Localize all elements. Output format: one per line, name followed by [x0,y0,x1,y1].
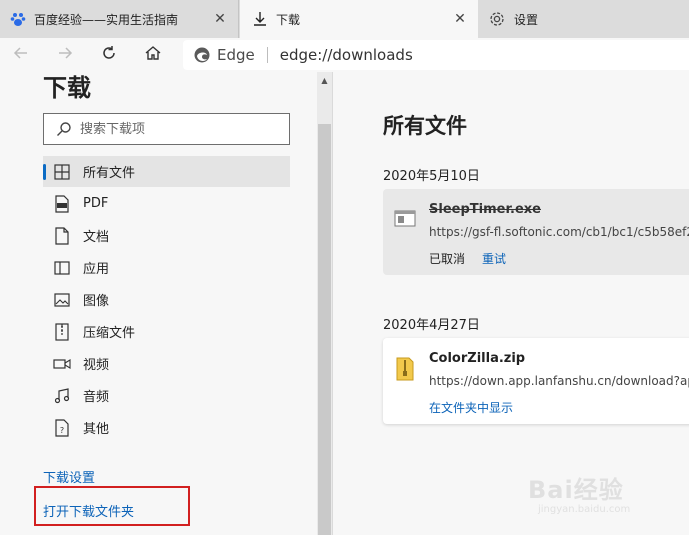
download-item[interactable]: SleepTimer.exe https://gsf-fl.softonic.c… [383,189,689,275]
pdf-icon [53,194,71,213]
home-icon [144,44,162,66]
arrow-left-icon [12,44,30,66]
sidebar: 下载 所有文件 PDF 文档 应用 图像 压缩文件 视频 音频 ? 其他 [0,72,317,535]
home-button[interactable] [140,42,166,68]
category-images[interactable]: 图像 [43,284,290,315]
exe-file-icon [393,207,417,231]
file-name[interactable]: SleepTimer.exe [429,202,541,217]
address-separator [266,47,268,63]
watermark-text: Bai经验 [528,476,624,504]
download-status: 已取消 [429,252,466,266]
url-text[interactable]: edge://downloads [280,46,413,64]
tab-settings[interactable]: 设置 [480,0,689,38]
download-item[interactable]: ColorZilla.zip https://down.app.lanfansh… [383,338,689,424]
tab-title: 下载 [276,12,301,27]
file-url: https://down.app.lanfanshu.cn/download?a… [429,374,689,388]
forward-button[interactable] [52,42,78,68]
toolbar: Edge edge://downloads [0,38,689,72]
file-url: https://gsf-fl.softonic.com/cb1/bc1/c5b5… [429,225,689,239]
image-icon [53,291,71,309]
category-label: 其他 [83,422,110,437]
search-input[interactable] [78,120,272,138]
zip-icon [53,322,71,341]
category-label: 文档 [83,230,110,245]
category-audio[interactable]: 音频 [43,380,290,411]
category-other[interactable]: ? 其他 [43,412,290,443]
sidebar-scrollbar[interactable]: ▲ [317,72,332,535]
gear-icon [488,10,506,28]
baidu-watermark: Bai经验 jingyan.baidu.com [520,466,670,526]
search-icon [56,121,72,137]
retry-link[interactable]: 重试 [482,250,506,267]
app-icon [53,259,71,277]
tab-strip: 百度经验——实用生活指南 ✕ 下载 ✕ 设置 [0,0,689,38]
highlight-box [34,486,190,526]
category-label: 音频 [83,390,110,405]
tab-baidu[interactable]: 百度经验——实用生活指南 ✕ [0,0,239,38]
back-button[interactable] [8,42,34,68]
other-file-icon: ? [53,418,71,437]
close-icon[interactable]: ✕ [212,11,228,27]
category-label: PDF [83,196,109,211]
address-bar[interactable]: Edge edge://downloads [183,40,689,70]
grid-icon [53,163,71,181]
category-label: 图像 [83,294,110,309]
category-pdf[interactable]: PDF [43,188,290,219]
audio-icon [53,387,71,405]
scroll-thumb[interactable] [318,124,331,535]
category-archives[interactable]: 压缩文件 [43,316,290,347]
brand-label: Edge [217,46,255,64]
category-label: 应用 [83,262,110,277]
tab-downloads[interactable]: 下载 ✕ [240,0,478,38]
section-title: 所有文件 [383,114,467,138]
category-label: 视频 [83,358,110,373]
tab-title: 百度经验——实用生活指南 [34,12,179,27]
category-all-files[interactable]: 所有文件 [43,156,290,187]
search-box[interactable] [43,113,290,145]
close-icon[interactable]: ✕ [452,11,468,27]
page-title: 下载 [43,74,91,102]
tab-title: 设置 [514,12,539,27]
zip-file-icon [393,356,417,381]
watermark-url: jingyan.baidu.com [538,504,631,515]
show-in-folder-link[interactable]: 在文件夹中显示 [429,399,513,416]
file-name[interactable]: ColorZilla.zip [429,351,525,366]
date-heading: 2020年4月27日 [383,318,480,333]
category-label: 所有文件 [83,166,136,181]
refresh-button[interactable] [96,42,122,68]
svg-text:?: ? [60,426,64,435]
refresh-icon [100,44,118,66]
category-video[interactable]: 视频 [43,348,290,379]
video-icon [53,355,71,373]
category-apps[interactable]: 应用 [43,252,290,283]
document-icon [53,226,71,245]
download-icon [252,11,268,27]
download-settings-link[interactable]: 下载设置 [43,467,95,486]
baidu-paw-icon [10,11,26,27]
edge-logo-icon [193,46,211,64]
date-heading: 2020年5月10日 [383,169,480,184]
scroll-up-arrow-icon[interactable]: ▲ [317,76,332,86]
arrow-right-icon [56,44,74,66]
category-label: 压缩文件 [83,326,136,341]
category-documents[interactable]: 文档 [43,220,290,251]
